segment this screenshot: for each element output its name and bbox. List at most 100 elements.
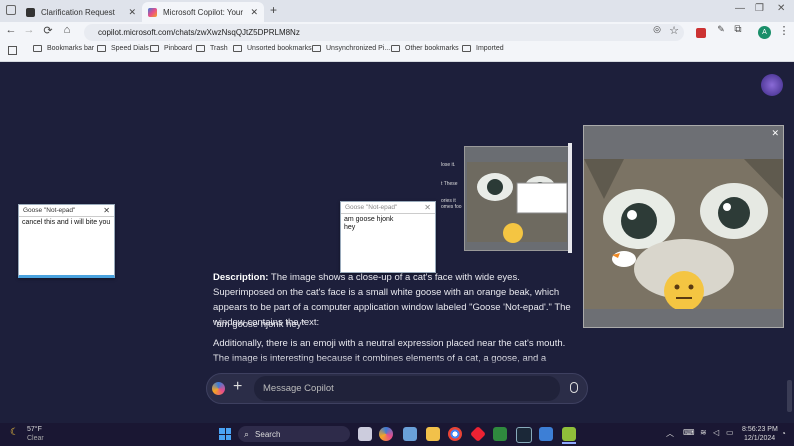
- cat-thumbnail-image: [467, 162, 568, 243]
- chrome-icon[interactable]: [448, 427, 462, 441]
- app-green-icon[interactable]: [562, 427, 576, 441]
- snippet: lose it.: [441, 162, 456, 168]
- app-blue-icon[interactable]: [539, 427, 553, 441]
- window-text: cancel this and i will bite you: [22, 219, 111, 226]
- add-attachment-button[interactable]: +: [233, 378, 242, 396]
- image-preview-panel: ✕: [583, 125, 784, 328]
- bookmark-label: Trash: [210, 45, 228, 52]
- clock-date[interactable]: 12/1/2024: [744, 435, 775, 442]
- folder-icon: [462, 45, 471, 52]
- bookmark-imported[interactable]: Imported: [462, 45, 504, 52]
- microphone-icon[interactable]: [570, 382, 578, 393]
- menu-icon[interactable]: ⋮: [777, 24, 791, 37]
- keyboard-icon[interactable]: ⌨: [683, 428, 695, 437]
- tracking-prevention-icon[interactable]: ◎: [650, 24, 664, 35]
- message-input[interactable]: Message Copilot: [254, 376, 560, 401]
- close-preview-icon[interactable]: ✕: [771, 128, 779, 139]
- tab-title: Microsoft Copilot: Your AI com: [163, 7, 244, 17]
- close-icon[interactable]: ✕: [103, 206, 110, 215]
- message-placeholder: Message Copilot: [263, 383, 334, 394]
- active-app-indicator: [562, 442, 576, 444]
- bookmark-label: Bookmarks bar: [47, 45, 95, 52]
- profile-avatar[interactable]: A: [758, 26, 771, 39]
- chevron-up-icon[interactable]: ︿: [666, 428, 674, 439]
- extensions-puzzle-icon[interactable]: ⧉: [731, 24, 745, 35]
- folder-icon: [312, 45, 321, 52]
- volume-icon[interactable]: ◁: [713, 428, 719, 437]
- favorite-star-icon[interactable]: ☆: [667, 24, 681, 37]
- back-icon[interactable]: ←: [4, 24, 18, 36]
- url-text: copilot.microsoft.com/chats/zwXwzNsqQJtZ…: [98, 28, 300, 37]
- steam-icon[interactable]: [516, 427, 532, 443]
- forward-icon[interactable]: →: [22, 24, 36, 36]
- file-explorer-icon[interactable]: [426, 427, 440, 441]
- bookmark-label: Unsynchronized Pi...: [326, 45, 391, 52]
- bookmark-pinboard[interactable]: Pinboard: [150, 45, 192, 52]
- search-label: Search: [255, 429, 281, 439]
- maximize-icon[interactable]: ❐: [755, 3, 764, 14]
- bookmark-unsynchronized[interactable]: Unsynchronized Pi...: [312, 45, 390, 52]
- tab-actions-icon[interactable]: [6, 5, 16, 15]
- home-icon[interactable]: ⌂: [60, 24, 74, 36]
- new-tab-button[interactable]: +: [270, 3, 277, 17]
- folder-icon: [150, 45, 159, 52]
- notification-bell-icon[interactable]: ◔: [781, 429, 786, 438]
- tab-clarification[interactable]: Clarification Request ✕: [20, 2, 142, 22]
- bookmark-speed-dials[interactable]: Speed Dials: [97, 45, 149, 52]
- reload-icon[interactable]: ⟳: [41, 24, 55, 37]
- snippet: omes foo: [441, 204, 462, 210]
- address-bar[interactable]: copilot.microsoft.com/chats/zwXwzNsqQJtZ…: [84, 24, 684, 41]
- quote-paragraph: "am goose hjonk hey": [213, 319, 305, 330]
- folder-icon: [196, 45, 205, 52]
- start-windows-icon[interactable]: [219, 428, 231, 440]
- more-paragraph: Additionally, there is an emoji with a n…: [213, 338, 566, 370]
- task-view-icon[interactable]: [358, 427, 372, 441]
- extension-red-icon[interactable]: [696, 28, 706, 38]
- description-label: Description:: [213, 272, 269, 283]
- clock-time[interactable]: 8:56:23 PM: [742, 426, 778, 433]
- close-window-icon[interactable]: ✕: [777, 3, 785, 14]
- bookmark-label: Pinboard: [164, 45, 193, 52]
- copilot-avatar[interactable]: [761, 74, 783, 96]
- bookmark-unsorted[interactable]: Unsorted bookmarks: [233, 45, 312, 52]
- tab-favicon-icon: [26, 7, 35, 17]
- folder-icon: [233, 45, 242, 52]
- window-line: am goose hjonk: [344, 216, 394, 223]
- bookmark-other[interactable]: Other bookmarks: [391, 45, 459, 52]
- folder-icon: [97, 45, 106, 52]
- cat-goose-image: [584, 159, 783, 309]
- taskbar-search[interactable]: ⌕ Search: [238, 426, 350, 442]
- minimize-icon[interactable]: —: [735, 3, 745, 14]
- thumbnail-snippet-text: lose it. t These ories it omes foo: [441, 156, 462, 210]
- close-icon[interactable]: ✕: [424, 203, 431, 212]
- bookmark-trash[interactable]: Trash: [196, 45, 228, 52]
- weather-temp[interactable]: 57°F: [27, 426, 42, 433]
- window-title: Goose "Not-epad": [23, 207, 76, 214]
- xbox-icon[interactable]: [493, 427, 507, 441]
- uploaded-image-thumbnail[interactable]: [464, 146, 570, 251]
- window-title: Goose "Not-epad": [345, 204, 398, 211]
- battery-icon[interactable]: ▭: [726, 428, 734, 437]
- goose-notepad-window-mid: Goose "Not-epad" ✕ am goose hjonk hey: [340, 201, 436, 273]
- close-tab-icon[interactable]: ✕: [250, 7, 258, 18]
- search-icon: ⌕: [244, 428, 250, 439]
- apps-grid-icon[interactable]: [8, 46, 17, 55]
- goose-notepad-window-left: Goose "Not-epad" ✕ cancel this and i wil…: [18, 204, 115, 278]
- bookmark-label: Other bookmarks: [405, 45, 459, 52]
- extension-icon[interactable]: ✎: [714, 24, 728, 35]
- copilot-taskbar-icon[interactable]: [379, 427, 393, 441]
- bookmark-bookmarks-bar[interactable]: Bookmarks bar: [33, 45, 94, 52]
- snippet: t These: [441, 181, 458, 187]
- page-scrollbar[interactable]: [787, 380, 792, 412]
- close-tab-icon[interactable]: ✕: [128, 7, 136, 18]
- tab-title: Clarification Request: [41, 7, 115, 17]
- app-icon[interactable]: [403, 427, 417, 441]
- folder-icon: [391, 45, 400, 52]
- copilot-logo-icon: [212, 382, 225, 395]
- window-titlebar: Goose "Not-epad" ✕: [19, 205, 114, 217]
- wifi-icon[interactable]: ≋: [700, 428, 707, 437]
- scroll-edge: [568, 143, 572, 253]
- tab-copilot[interactable]: Microsoft Copilot: Your AI com ✕: [142, 2, 264, 22]
- bookmark-label: Speed Dials: [111, 45, 149, 52]
- copilot-favicon-icon: [148, 7, 157, 17]
